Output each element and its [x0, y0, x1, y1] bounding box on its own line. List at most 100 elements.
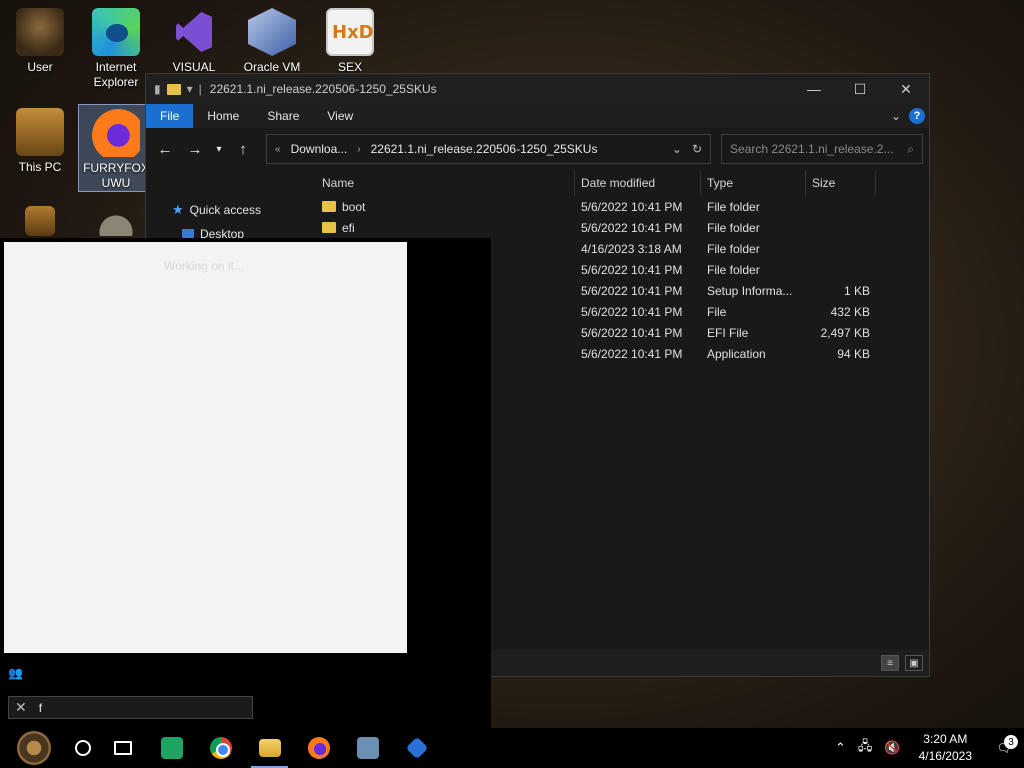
start-button[interactable] — [0, 728, 68, 768]
title-bar[interactable]: ▮ ▾ | 22621.1.ni_release.220506-1250_25S… — [146, 74, 929, 104]
taskbar-chrome[interactable] — [196, 728, 245, 768]
desktop-icon-this-pc[interactable]: This PC — [2, 108, 78, 175]
up-button[interactable]: ↑ — [230, 136, 256, 162]
desktop-icon-label: FURRYFOX UWU — [83, 161, 149, 190]
search-results-panel: Working on it... — [4, 242, 407, 653]
cell-date: 5/6/2022 10:41 PM — [581, 199, 683, 214]
clock[interactable]: 3:20 AM 4/16/2023 — [907, 731, 984, 765]
control-panel-icon — [356, 737, 379, 759]
desktop-icon-visual-studio[interactable]: VISUAL — [156, 8, 232, 75]
qat-divider: | — [198, 82, 202, 96]
action-center-button[interactable]: 🗨 3 — [984, 735, 1024, 755]
cell-name: boot — [316, 200, 575, 214]
breadcrumb-current-folder[interactable]: 22621.1.ni_release.220506-1250_25SKUs — [371, 142, 598, 156]
close-button[interactable]: ✕ — [883, 74, 929, 104]
column-headers: Name Date modified Type Size — [316, 170, 929, 196]
taskbar-sheets[interactable] — [147, 728, 196, 768]
column-header-date[interactable]: Date modified — [575, 170, 701, 196]
folder-icon — [322, 201, 336, 212]
table-row[interactable]: boot 5/6/2022 10:41 PM File folder — [316, 196, 929, 217]
desktop-icon-label: This PC — [18, 160, 62, 174]
desktop-icon-virtualbox[interactable]: Oracle VM — [234, 8, 310, 75]
folder-icon — [258, 739, 281, 757]
cell-type: File — [707, 304, 727, 319]
forward-button[interactable]: → — [182, 136, 208, 162]
cell-date: 5/6/2022 10:41 PM — [581, 346, 683, 361]
cell-type: Application — [707, 346, 766, 361]
address-dropdown-chevron-down-icon[interactable]: ⌄ — [672, 142, 682, 156]
notification-count-badge: 3 — [1004, 735, 1018, 749]
search-input[interactable]: Search 22621.1.ni_release.2... ⌕ — [721, 134, 923, 164]
qat-dropdown-icon[interactable]: ▾ — [187, 82, 193, 96]
help-icon[interactable]: ? — [909, 108, 925, 124]
cell-type: File folder — [707, 220, 760, 235]
gimp-icon — [96, 210, 136, 236]
books-icon — [25, 206, 55, 236]
folder-icon[interactable] — [166, 83, 181, 95]
desktop-icon-hxd[interactable]: SEX — [312, 8, 388, 75]
column-header-type[interactable]: Type — [701, 170, 806, 196]
bluestacks-icon — [405, 736, 428, 760]
show-hidden-icons-chevron-up-icon[interactable]: ⌃ — [829, 740, 852, 756]
cell-type: File folder — [707, 199, 760, 214]
chevron-left-icon: « — [275, 143, 281, 155]
column-header-name[interactable]: Name — [316, 170, 575, 196]
desktop-icon-gimp[interactable] — [78, 210, 154, 236]
star-icon: ★ — [172, 202, 184, 217]
nav-item-quick-access[interactable]: ★ Quick access — [146, 198, 311, 222]
cell-type: Setup Informa... — [707, 283, 793, 298]
back-button[interactable]: ← — [152, 136, 178, 162]
volume-muted-icon[interactable]: 🔇 — [878, 740, 906, 756]
chevron-right-icon[interactable]: › — [357, 144, 360, 155]
cell-type: EFI File — [707, 325, 749, 340]
taskbar-search-input[interactable]: ✕ f — [8, 696, 253, 719]
task-view-button[interactable] — [98, 728, 147, 768]
maximize-button[interactable]: ☐ — [837, 74, 883, 104]
tab-view[interactable]: View — [313, 104, 367, 128]
details-view-icon[interactable]: ≡ — [881, 655, 899, 671]
minimize-button[interactable]: — — [791, 74, 837, 104]
column-header-size[interactable]: Size — [806, 170, 876, 196]
cell-size: 2,497 KB — [820, 325, 870, 340]
recent-locations-chevron-down-icon[interactable]: ▾ — [212, 136, 226, 162]
tab-share[interactable]: Share — [253, 104, 313, 128]
desktop-icon-furryfox[interactable]: FURRYFOX UWU — [78, 104, 154, 192]
network-icon[interactable]: 🖧 — [852, 737, 879, 759]
system-tray: ⌃ 🖧 🔇 3:20 AM 4/16/2023 🗨 3 — [829, 728, 1024, 768]
expand-ribbon-chevron-icon[interactable]: ⌄ — [891, 109, 901, 123]
clock-time: 3:20 AM — [923, 732, 968, 746]
cell-date: 5/6/2022 10:41 PM — [581, 325, 683, 340]
desktop-icon-user[interactable]: User — [2, 8, 78, 75]
taskbar-firefox[interactable] — [294, 728, 343, 768]
edge-icon — [92, 8, 140, 56]
search-query: f — [38, 700, 43, 715]
desktop-icon-books[interactable] — [2, 206, 78, 236]
table-row[interactable]: efi 5/6/2022 10:41 PM File folder — [316, 217, 929, 238]
large-icons-view-icon[interactable]: ▣ — [905, 655, 923, 671]
address-bar[interactable]: « Downloa... › 22621.1.ni_release.220506… — [266, 134, 711, 164]
start-icon — [17, 731, 51, 765]
taskbar: ⌃ 🖧 🔇 3:20 AM 4/16/2023 🗨 3 — [0, 728, 1024, 768]
people-icon[interactable]: 👥 — [8, 666, 23, 680]
tab-file[interactable]: File — [146, 104, 194, 128]
refresh-icon[interactable]: ↻ — [692, 142, 702, 156]
cortana-button[interactable] — [68, 728, 98, 768]
sheets-icon — [160, 737, 183, 759]
computer-icon — [16, 108, 64, 156]
cell-date: 5/6/2022 10:41 PM — [581, 304, 683, 319]
cell-date: 5/6/2022 10:41 PM — [581, 262, 683, 277]
search-icon: ⌕ — [907, 141, 914, 156]
cortana-icon — [75, 740, 91, 756]
desktop-icon-label: User — [27, 60, 53, 74]
desktop-icon-edge[interactable]: Internet Explorer — [78, 8, 154, 90]
cell-type: File folder — [707, 241, 760, 256]
taskbar-control-panel[interactable] — [343, 728, 392, 768]
cell-date: 5/6/2022 10:41 PM — [581, 220, 683, 235]
quick-access-toolbar: ▮ ▾ | — [146, 82, 202, 96]
breadcrumb-downloads[interactable]: Downloa... — [291, 142, 348, 156]
taskbar-file-explorer[interactable] — [245, 728, 294, 768]
tab-home[interactable]: Home — [193, 104, 253, 128]
taskbar-bluestacks[interactable] — [392, 728, 441, 768]
close-icon[interactable]: ✕ — [15, 699, 27, 716]
cell-date: 4/16/2023 3:18 AM — [581, 241, 682, 256]
